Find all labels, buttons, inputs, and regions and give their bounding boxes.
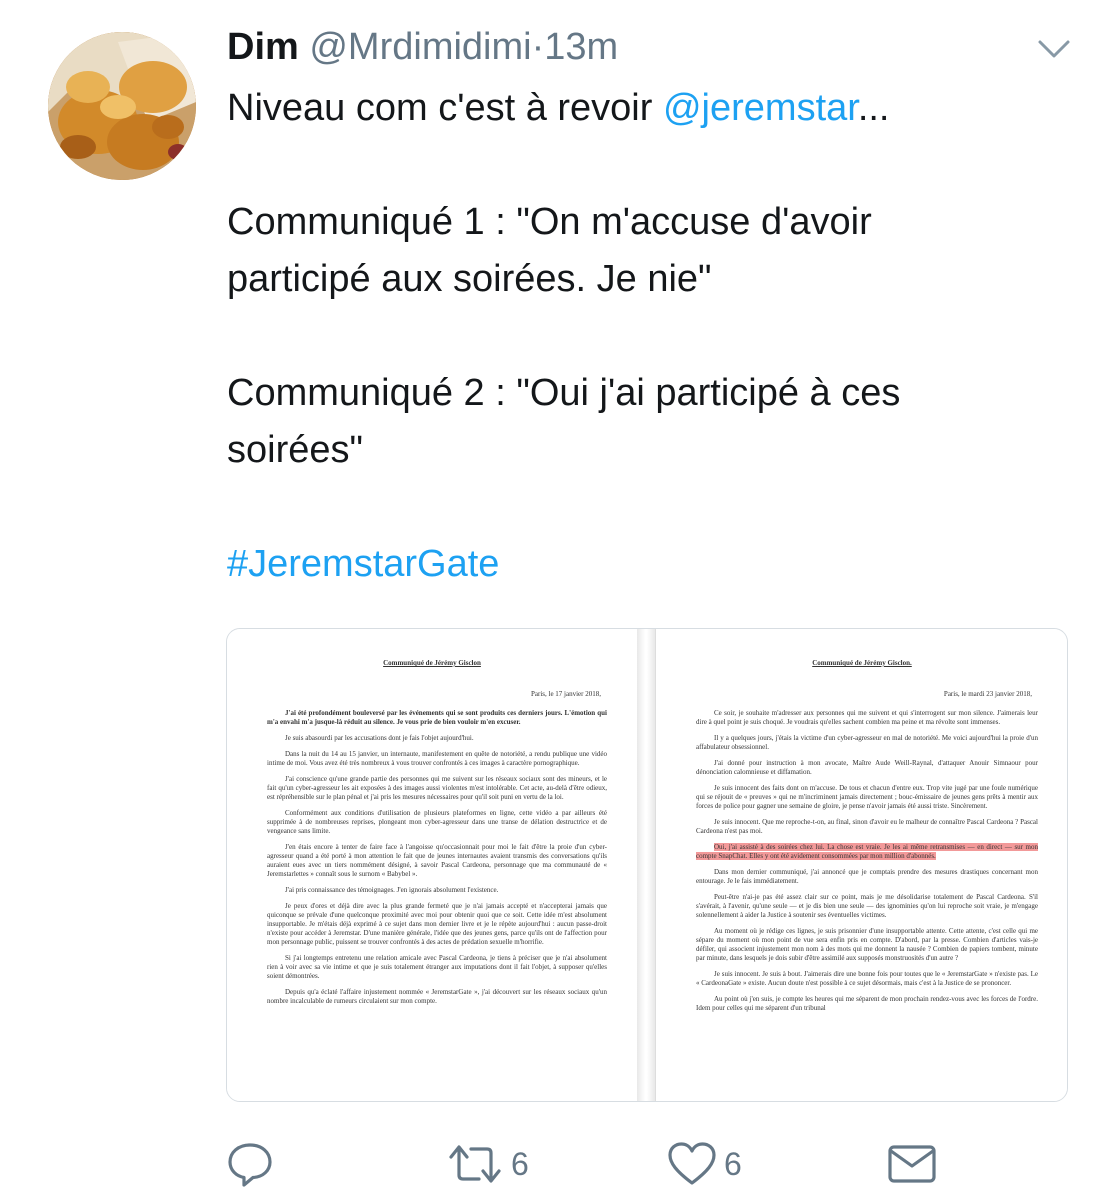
direct-message-button[interactable] [886,1136,938,1192]
document-paragraph: J'ai été profondément bouleversé par les… [267,709,607,726]
document-paragraph: Je suis innocent. Je suis à bout. J'aime… [696,970,1038,987]
retweet-icon [445,1139,505,1189]
tweet-line: Communiqué 2 : "Oui j'ai participé à ces [227,372,901,414]
highlighted-text: Oui, j'ai assisté à des soirées chez lui… [696,843,1038,860]
document-title: Communiqué de Jérémy Gisclon [383,659,481,667]
document-paragraph: Il y a quelques jours, j'étais la victim… [696,734,1038,751]
document-date: Paris, le 17 janvier 2018, [531,690,601,698]
tweet-line-text: Niveau com c'est à revoir [227,87,663,129]
document-paragraph: Je suis innocent. Que me reproche-t-on, … [696,818,1038,835]
tweet-line: Niveau com c'est à revoir @jeremstar... [227,80,1077,137]
document-page-right: Communiqué de Jérémy Gisclon. Paris, le … [655,629,1067,1101]
hashtag-link[interactable]: #JeremstarGate [227,543,499,585]
document-paragraph: Ce soir, je souhaite m'adresser aux pers… [696,709,1038,726]
avatar[interactable] [48,32,196,180]
document-title: Communiqué de Jérémy Gisclon. [812,659,912,667]
document-paragraph: Je peux d'ores et déjà dire avec la plus… [267,902,607,946]
envelope-icon [886,1139,938,1189]
retweet-count: 6 [511,1145,529,1182]
document-paragraph: Au moment où je rédige ces lignes, je su… [696,927,1038,962]
like-button[interactable]: 6 [666,1136,742,1192]
tweet-header: Dim @Mrdimidimi·13m [227,22,618,72]
document-paragraph: Au point où j'en suis, je compte les heu… [696,995,1038,1012]
author-name[interactable]: Dim [227,26,299,68]
ellipsis: ... [857,87,890,129]
tweet-line: Communiqué 1 : "On m'accuse d'avoir [227,201,872,243]
document-paragraph: J'ai conscience qu'une grande partie des… [267,775,607,801]
chevron-down-icon[interactable] [1036,36,1072,60]
tweet-line: soirées" [227,429,363,471]
page-gutter [637,629,655,1101]
document-paragraph: Oui, j'ai assisté à des soirées chez lui… [696,843,1038,861]
author-handle[interactable]: @Mrdimidimi [309,26,531,68]
document-paragraph: Peut-être n'ai-je pas été assez clair su… [696,893,1038,919]
reply-button[interactable] [225,1136,275,1192]
like-count: 6 [724,1145,742,1182]
tweet-line: participé aux soirées. Je nie" [227,258,712,300]
heart-icon [666,1139,718,1189]
document-date: Paris, le mardi 23 janvier 2018, [943,690,1032,698]
reply-icon [225,1139,275,1189]
separator-dot: · [531,26,545,68]
document-paragraph: Depuis qu'a éclaté l'affaire injustement… [267,988,607,1005]
document-paragraph: Je suis innocent des faits dont on m'acc… [696,784,1038,810]
document-body: J'ai été profondément bouleversé par les… [267,709,607,1006]
document-page-left: Communiqué de Jérémy Gisclon Paris, le 1… [227,629,638,1101]
retweet-button[interactable]: 6 [445,1136,529,1192]
action-bar: 6 6 [0,1136,1101,1192]
document-paragraph: Si j'ai longtemps entretenu une relation… [267,954,607,980]
document-paragraph: Dans la nuit du 14 au 15 janvier, un int… [267,750,607,767]
document-paragraph: Je suis abasourdi par les accusations do… [285,734,474,742]
document-body: Ce soir, je souhaite m'adresser aux pers… [696,709,1038,1013]
mention-link[interactable]: @jeremstar [663,87,858,129]
document-paragraph: J'en étais encore à tenter de faire face… [267,843,607,878]
document-paragraph: Dans mon dernier communiqué, j'ai annonc… [696,868,1038,885]
media-image[interactable]: Communiqué de Jérémy Gisclon Paris, le 1… [226,628,1068,1102]
timestamp[interactable]: 13m [544,26,618,68]
document-paragraph: J'ai pris connaissance des témoignages. … [285,886,499,894]
tweet-text: Niveau com c'est à revoir @jeremstar... … [227,80,1077,593]
document-paragraph: Conformément aux conditions d'utilisatio… [267,809,607,835]
document-paragraph: J'ai donné pour instruction à mon avocat… [696,759,1038,776]
